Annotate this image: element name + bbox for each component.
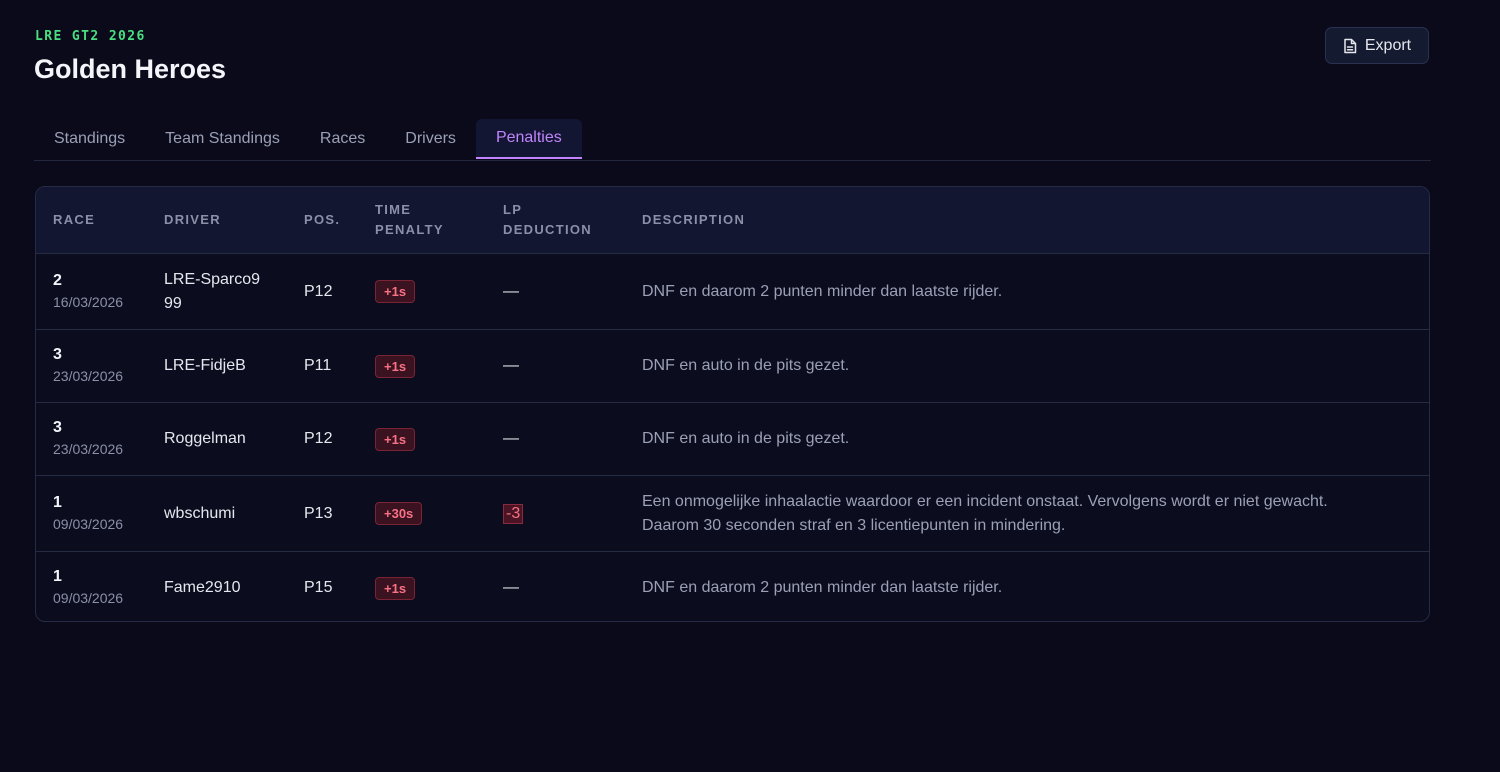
race-number: 1: [53, 568, 62, 585]
race-date: 09/03/2026: [53, 515, 124, 532]
driver-name: Roggelman: [164, 430, 246, 447]
driver-name: wbschumi: [164, 504, 236, 522]
race-cell: 3 23/03/2026: [53, 330, 123, 402]
description-text: DNF en daarom 2 punten minder dan laatst…: [642, 282, 1003, 300]
tab-team-standings[interactable]: Team Standings: [145, 119, 300, 159]
lp-deduction-value: —: [503, 357, 519, 374]
description-cell: DNF en auto in de pits gezet.: [642, 330, 1382, 402]
table-row: 3 23/03/2026 Roggelman P12 +1s — DNF en …: [36, 403, 1429, 476]
column-header-pos: POS.: [304, 212, 341, 227]
time-penalty-badge: +1s: [375, 280, 416, 303]
tab-standings[interactable]: Standings: [34, 119, 145, 159]
race-number: 3: [53, 419, 62, 436]
race-date: 16/03/2026: [53, 293, 124, 310]
race-cell: 1 09/03/2026: [53, 552, 124, 621]
time-penalty-badge: +1s: [375, 354, 416, 378]
race-number: 3: [53, 346, 62, 363]
time-penalty-badge: +30s: [375, 502, 423, 525]
driver-cell: Roggelman: [164, 403, 246, 475]
lp-deduction-value: —: [503, 430, 519, 447]
lp-deduction-cell: —: [503, 254, 519, 329]
driver-cell: LRE-FidjeB: [164, 330, 246, 402]
lp-deduction-cell: —: [503, 330, 519, 402]
description-cell: DNF en daarom 2 punten minder dan laatst…: [642, 552, 1382, 621]
position-cell: P12: [304, 282, 333, 300]
description-cell: DNF en daarom 2 punten minder dan laatst…: [642, 254, 1382, 329]
race-cell: 2 16/03/2026: [53, 254, 123, 329]
lp-deduction-value: -3: [503, 503, 524, 524]
time-penalty-cell: +1s: [375, 254, 416, 329]
race-number: 1: [53, 493, 62, 511]
description-text: DNF en auto in de pits gezet.: [642, 357, 850, 374]
table-row: 1 09/03/2026 wbschumi P13 +30s -3 Een on…: [36, 476, 1429, 552]
column-header-race: RACE: [53, 212, 96, 227]
description-text: DNF en auto in de pits gezet.: [642, 430, 850, 447]
table-row: 1 09/03/2026 Fame2910 P15 +1s — DNF en d…: [36, 552, 1429, 621]
position-cell: P15: [304, 579, 333, 596]
column-header-time-penalty: TIME PENALTY: [375, 202, 444, 237]
description-text: Een onmogelijke inhaalactie waardoor er …: [642, 492, 1328, 534]
time-penalty-badge: +1s: [375, 427, 416, 451]
driver-name: Fame2910: [164, 579, 241, 596]
race-number: 2: [53, 271, 62, 289]
driver-cell: wbschumi: [164, 476, 235, 551]
time-penalty-cell: +30s: [375, 476, 423, 551]
league-label: LRE GT2 2026: [35, 29, 146, 44]
description-text: DNF en daarom 2 punten minder dan laatst…: [642, 579, 1003, 596]
position-cell: P13: [304, 504, 333, 522]
race-date: 23/03/2026: [53, 441, 124, 457]
lp-deduction-value: —: [503, 282, 519, 300]
race-date: 09/03/2026: [53, 590, 124, 606]
driver-cell: Fame2910: [164, 552, 241, 621]
lp-deduction-cell: —: [503, 552, 519, 621]
description-cell: DNF en auto in de pits gezet.: [642, 403, 1382, 475]
time-penalty-cell: +1s: [375, 552, 416, 621]
tab-races[interactable]: Races: [300, 119, 385, 159]
tab-bar: Standings Team Standings Races Drivers P…: [34, 119, 1431, 161]
race-date: 23/03/2026: [53, 368, 124, 384]
tab-penalties[interactable]: Penalties: [475, 119, 582, 159]
driver-name: LRE-FidjeB: [164, 357, 246, 374]
export-button[interactable]: Export: [1325, 27, 1429, 64]
driver-name: LRE-Sparco999: [164, 270, 261, 312]
page-title: Golden Heroes: [34, 54, 227, 84]
file-icon: [1343, 38, 1357, 54]
column-header-driver: DRIVER: [164, 212, 221, 227]
table-header: RACE DRIVER POS. TIME PENALTY LP DEDUCTI…: [36, 187, 1429, 254]
penalties-page: LRE GT2 2026 Golden Heroes Export Standi…: [0, 0, 1500, 772]
time-penalty-cell: +1s: [375, 403, 416, 475]
position-cell: P11: [304, 357, 332, 374]
lp-deduction-value: —: [503, 579, 519, 596]
table-row: 2 16/03/2026 LRE-Sparco999 P12 +1s — DNF…: [36, 254, 1429, 330]
description-cell: Een onmogelijke inhaalactie waardoor er …: [642, 476, 1382, 551]
lp-deduction-cell: —: [503, 403, 519, 475]
race-cell: 1 09/03/2026: [53, 476, 123, 551]
race-cell: 3 23/03/2026: [53, 403, 123, 475]
driver-cell: LRE-Sparco999: [164, 254, 264, 329]
penalties-table: RACE DRIVER POS. TIME PENALTY LP DEDUCTI…: [35, 186, 1430, 622]
table-row: 3 23/03/2026 LRE-FidjeB P11 +1s — DNF en…: [36, 330, 1429, 403]
time-penalty-cell: +1s: [375, 330, 416, 402]
time-penalty-badge: +1s: [375, 576, 416, 600]
export-label: Export: [1364, 36, 1412, 54]
column-header-description: DESCRIPTION: [642, 212, 746, 227]
lp-deduction-cell: -3: [503, 476, 524, 551]
position-cell: P12: [304, 430, 333, 447]
tab-drivers[interactable]: Drivers: [385, 119, 476, 159]
column-header-lp-deduction: LP DEDUCTION: [503, 202, 592, 237]
